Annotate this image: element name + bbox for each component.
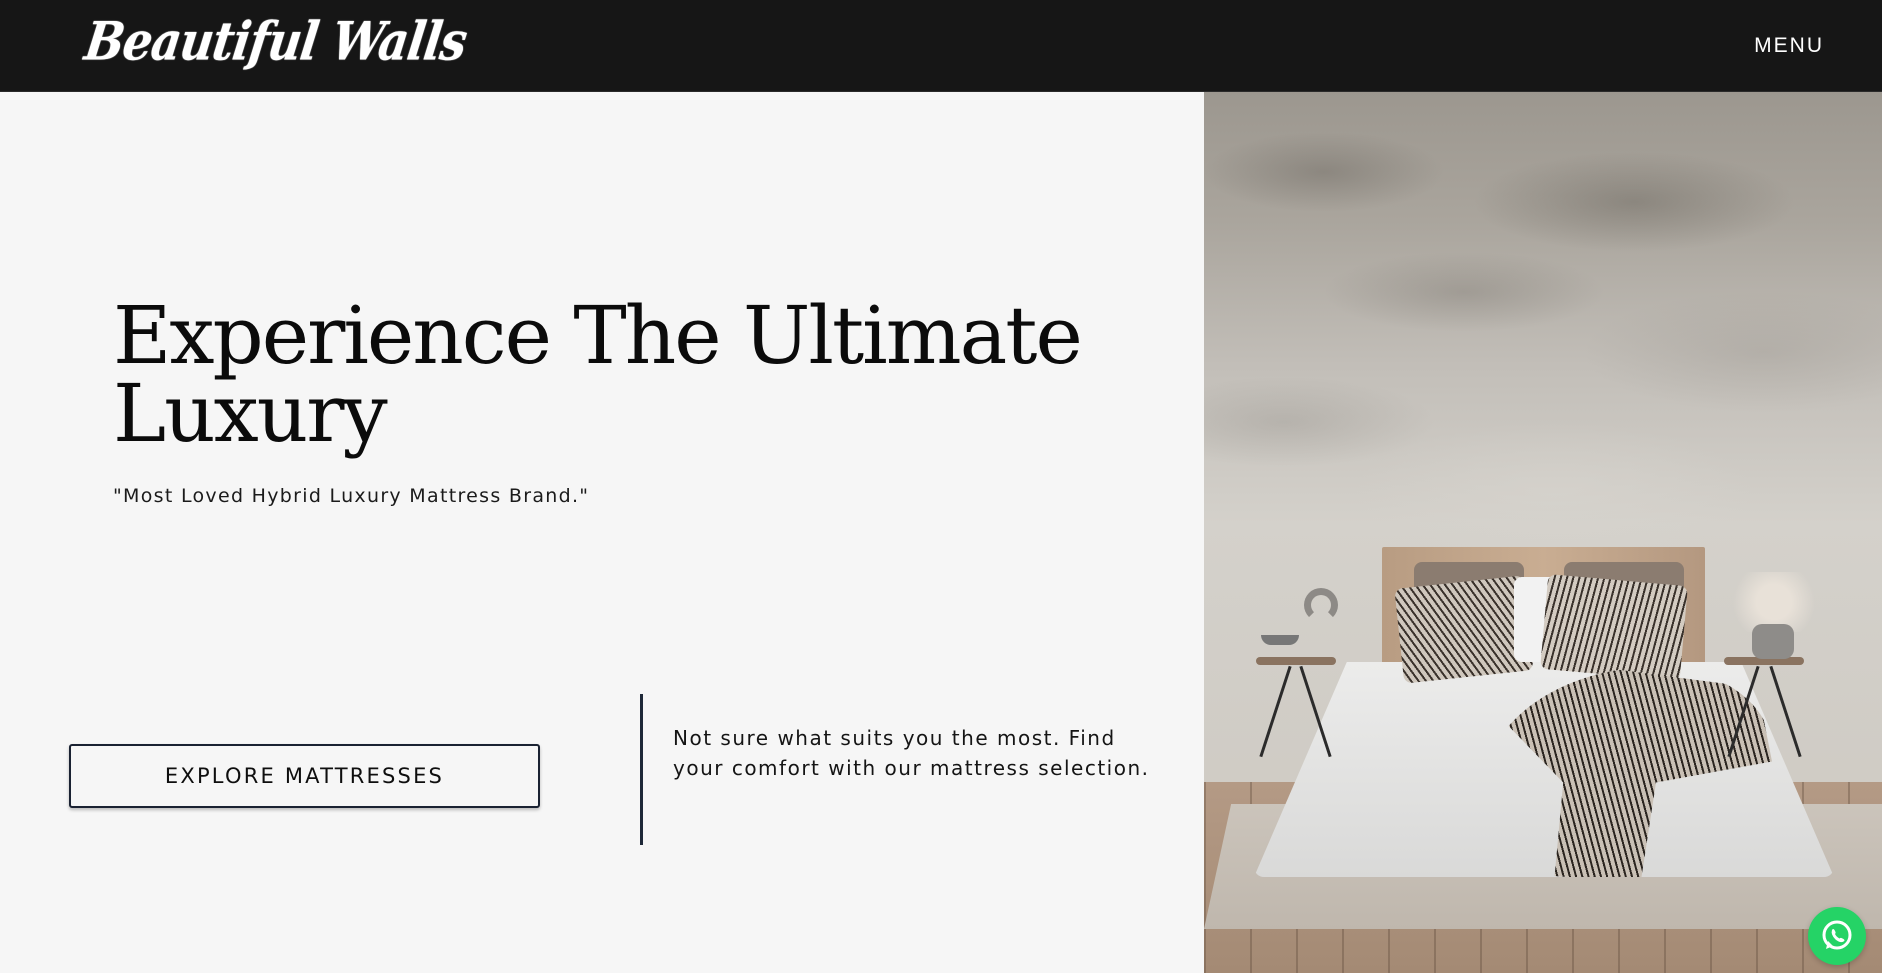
hero-text-panel: Experience The Ultimate Luxury "Most Lov… [0, 92, 1204, 973]
vase [1752, 624, 1794, 659]
site-header: Beautiful Walls MENU [0, 0, 1882, 92]
hero-headline: Experience The Ultimate Luxury [113, 289, 1083, 460]
whatsapp-icon [1822, 920, 1852, 950]
brand-logo[interactable]: Beautiful Walls [81, 10, 470, 72]
pillow [1540, 574, 1688, 681]
explore-mattresses-button[interactable]: EXPLORE MATTRESSES [69, 744, 540, 808]
helper-text: Not sure what suits you the most. Find y… [673, 726, 1150, 780]
bedroom-hero-image [1204, 92, 1882, 973]
vertical-divider [640, 694, 643, 845]
hero-tagline: "Most Loved Hybrid Luxury Mattress Brand… [113, 485, 590, 507]
menu-button[interactable]: MENU [1754, 34, 1824, 58]
whatsapp-chat-button[interactable] [1808, 907, 1866, 965]
bowl [1261, 635, 1299, 645]
dried-flowers [1724, 572, 1824, 632]
pillow [1394, 575, 1534, 684]
side-table-left [1256, 657, 1336, 665]
sculpture [1304, 588, 1338, 622]
